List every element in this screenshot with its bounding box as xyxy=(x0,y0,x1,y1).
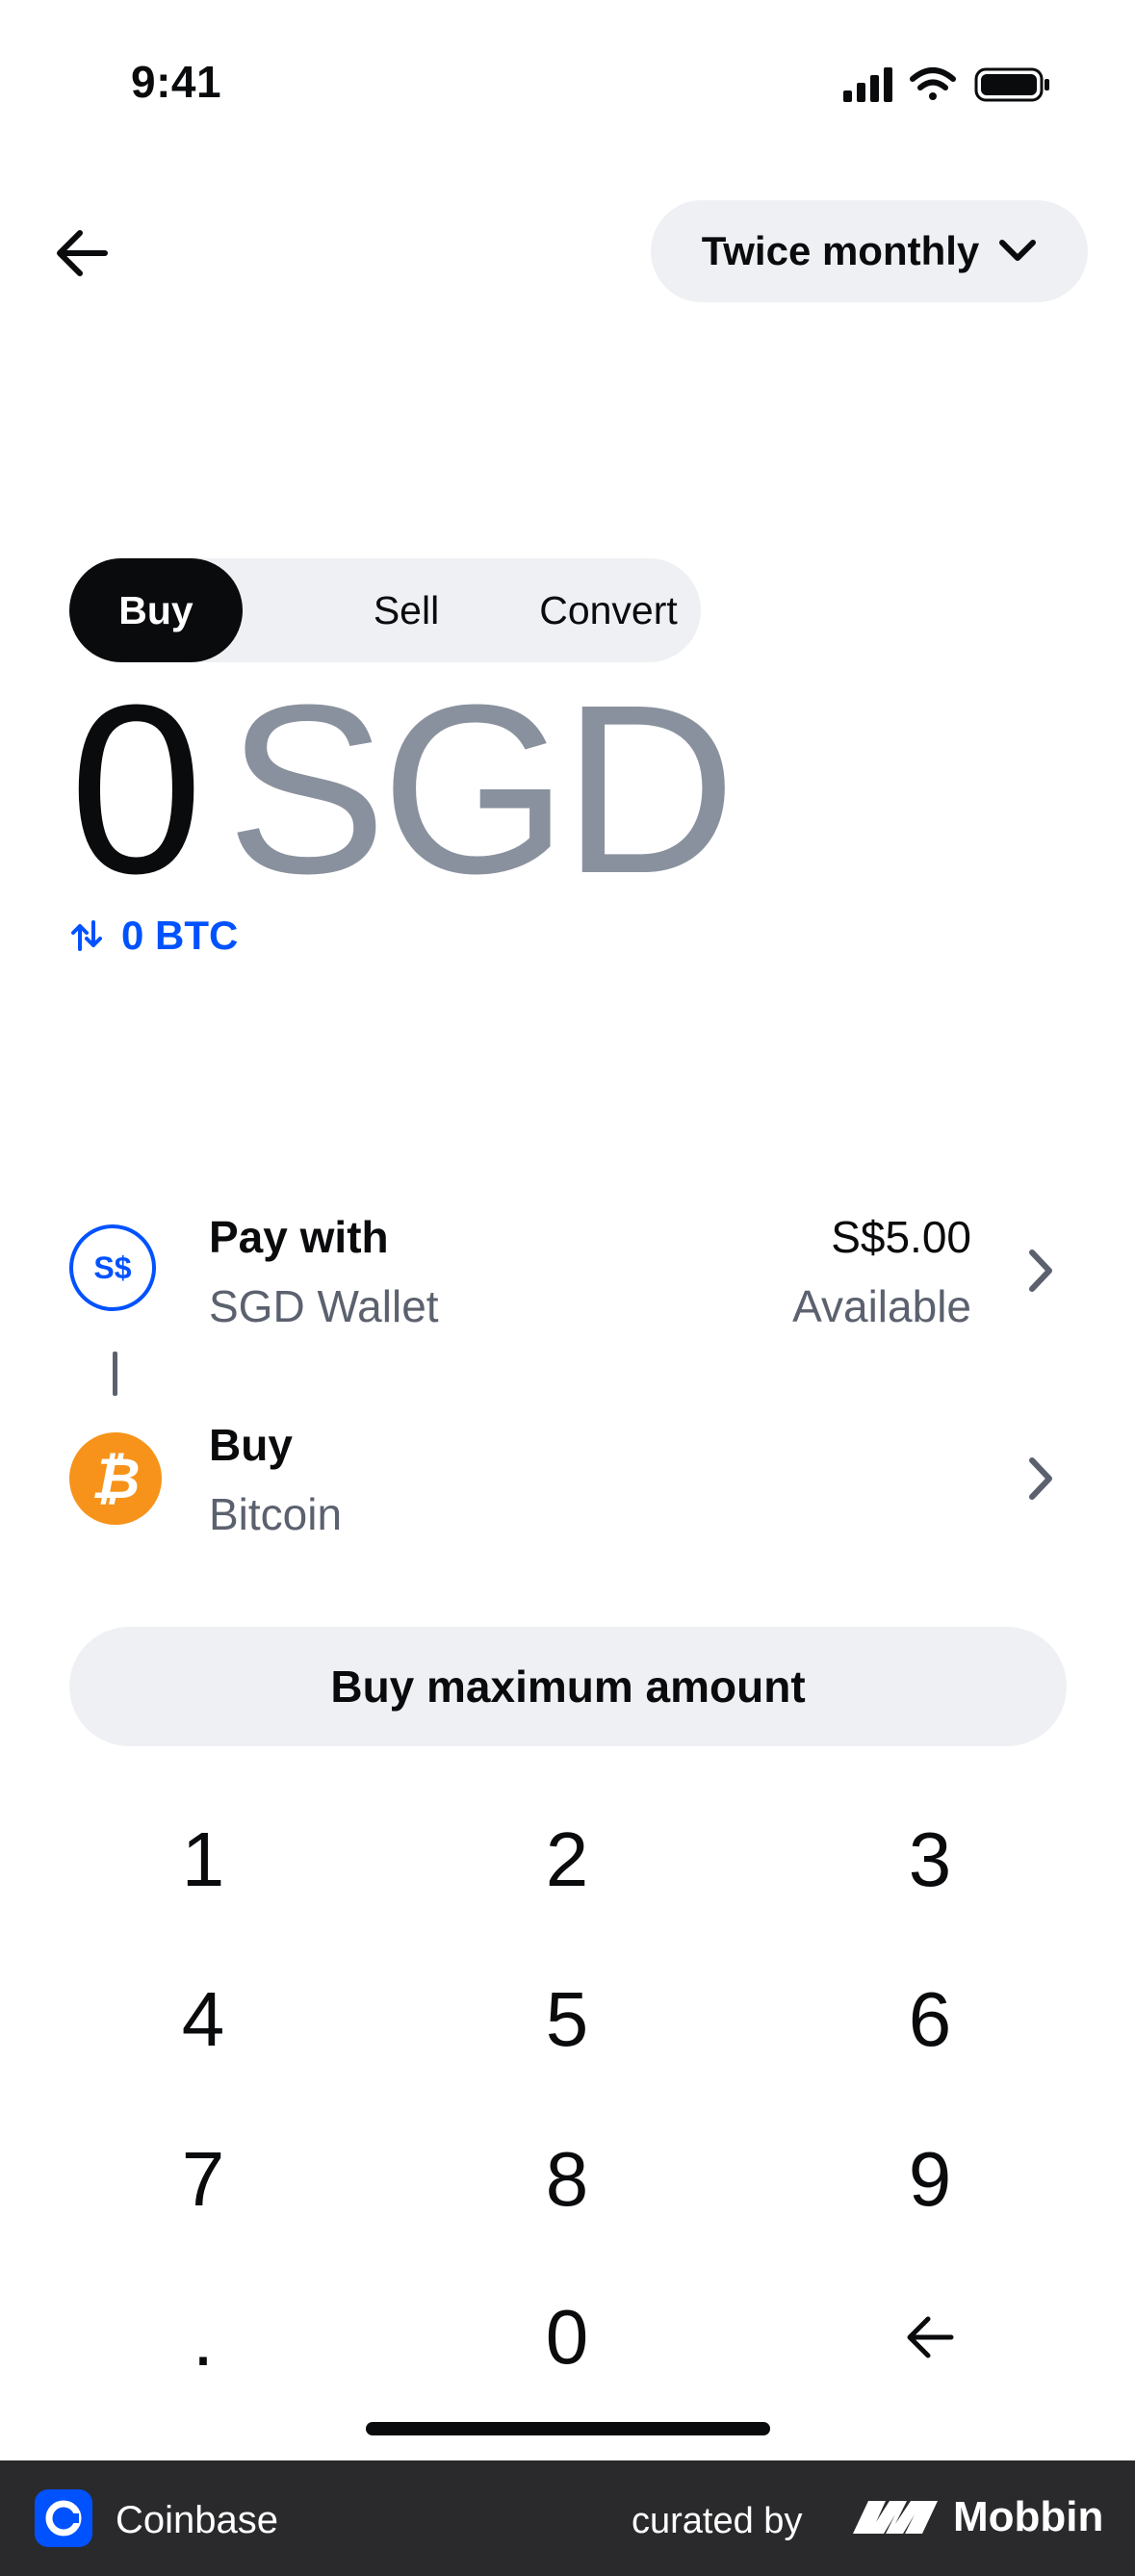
sgd-wallet-icon: S$ xyxy=(69,1224,156,1311)
status-icons xyxy=(843,67,1049,102)
arrow-left-icon xyxy=(57,230,108,276)
key-backspace[interactable] xyxy=(834,2270,1026,2405)
chevron-down-icon xyxy=(999,240,1037,261)
buy-asset-title: Buy xyxy=(209,1420,293,1470)
amount-currency: SGD xyxy=(226,655,736,923)
key-1[interactable]: 1 xyxy=(107,1792,299,1927)
app-name: Coinbase xyxy=(116,2499,279,2541)
home-indicator xyxy=(366,2422,770,2435)
tab-buy[interactable]: Buy xyxy=(69,558,243,662)
buy-asset-subtitle: Bitcoin xyxy=(209,1489,343,1539)
frequency-dropdown[interactable]: Twice monthly xyxy=(651,200,1088,302)
wallet-balance: S$5.00 xyxy=(831,1212,971,1262)
mobbin-logo-icon xyxy=(853,2501,938,2534)
key-4[interactable]: 4 xyxy=(107,1952,299,2087)
buy-maximum-button[interactable]: Buy maximum amount xyxy=(69,1627,1067,1746)
conversion-toggle[interactable]: 0 BTC xyxy=(69,913,238,959)
swap-arrows-icon xyxy=(71,920,102,951)
tab-sell[interactable]: Sell xyxy=(320,558,493,662)
key-decimal[interactable]: . xyxy=(107,2272,299,2407)
status-time: 9:41 xyxy=(131,57,222,107)
key-8[interactable]: 8 xyxy=(471,2112,663,2247)
key-5[interactable]: 5 xyxy=(471,1952,663,2087)
curated-by-label: curated by xyxy=(632,2501,803,2541)
row-connector xyxy=(113,1352,117,1396)
battery-icon xyxy=(974,67,1049,102)
key-9[interactable]: 9 xyxy=(834,2112,1026,2247)
trade-type-tabs: Buy Sell Convert xyxy=(69,558,701,662)
arrow-left-icon xyxy=(907,2316,954,2358)
bitcoin-icon: ₿ xyxy=(69,1432,162,1525)
amount-value: 0 xyxy=(69,655,203,923)
frequency-label: Twice monthly xyxy=(701,228,980,273)
wallet-balance-label: Available xyxy=(792,1281,971,1331)
chevron-right-icon xyxy=(1029,1457,1052,1500)
tab-convert[interactable]: Convert xyxy=(522,558,695,662)
converted-amount: 0 BTC xyxy=(121,913,239,958)
pay-with-subtitle: SGD Wallet xyxy=(209,1281,439,1331)
cellular-signal-icon xyxy=(843,67,892,102)
mobbin-brand: Mobbin xyxy=(953,2493,1104,2540)
key-3[interactable]: 3 xyxy=(834,1792,1026,1927)
coinbase-logo-icon xyxy=(35,2489,92,2547)
wifi-icon xyxy=(910,67,956,100)
key-6[interactable]: 6 xyxy=(834,1952,1026,2087)
back-button[interactable] xyxy=(50,221,114,285)
chevron-right-icon xyxy=(1029,1249,1052,1292)
key-2[interactable]: 2 xyxy=(471,1792,663,1927)
key-7[interactable]: 7 xyxy=(107,2112,299,2247)
key-0[interactable]: 0 xyxy=(471,2270,663,2405)
pay-with-title: Pay with xyxy=(209,1212,389,1262)
amount-display: 0 SGD xyxy=(69,655,736,923)
